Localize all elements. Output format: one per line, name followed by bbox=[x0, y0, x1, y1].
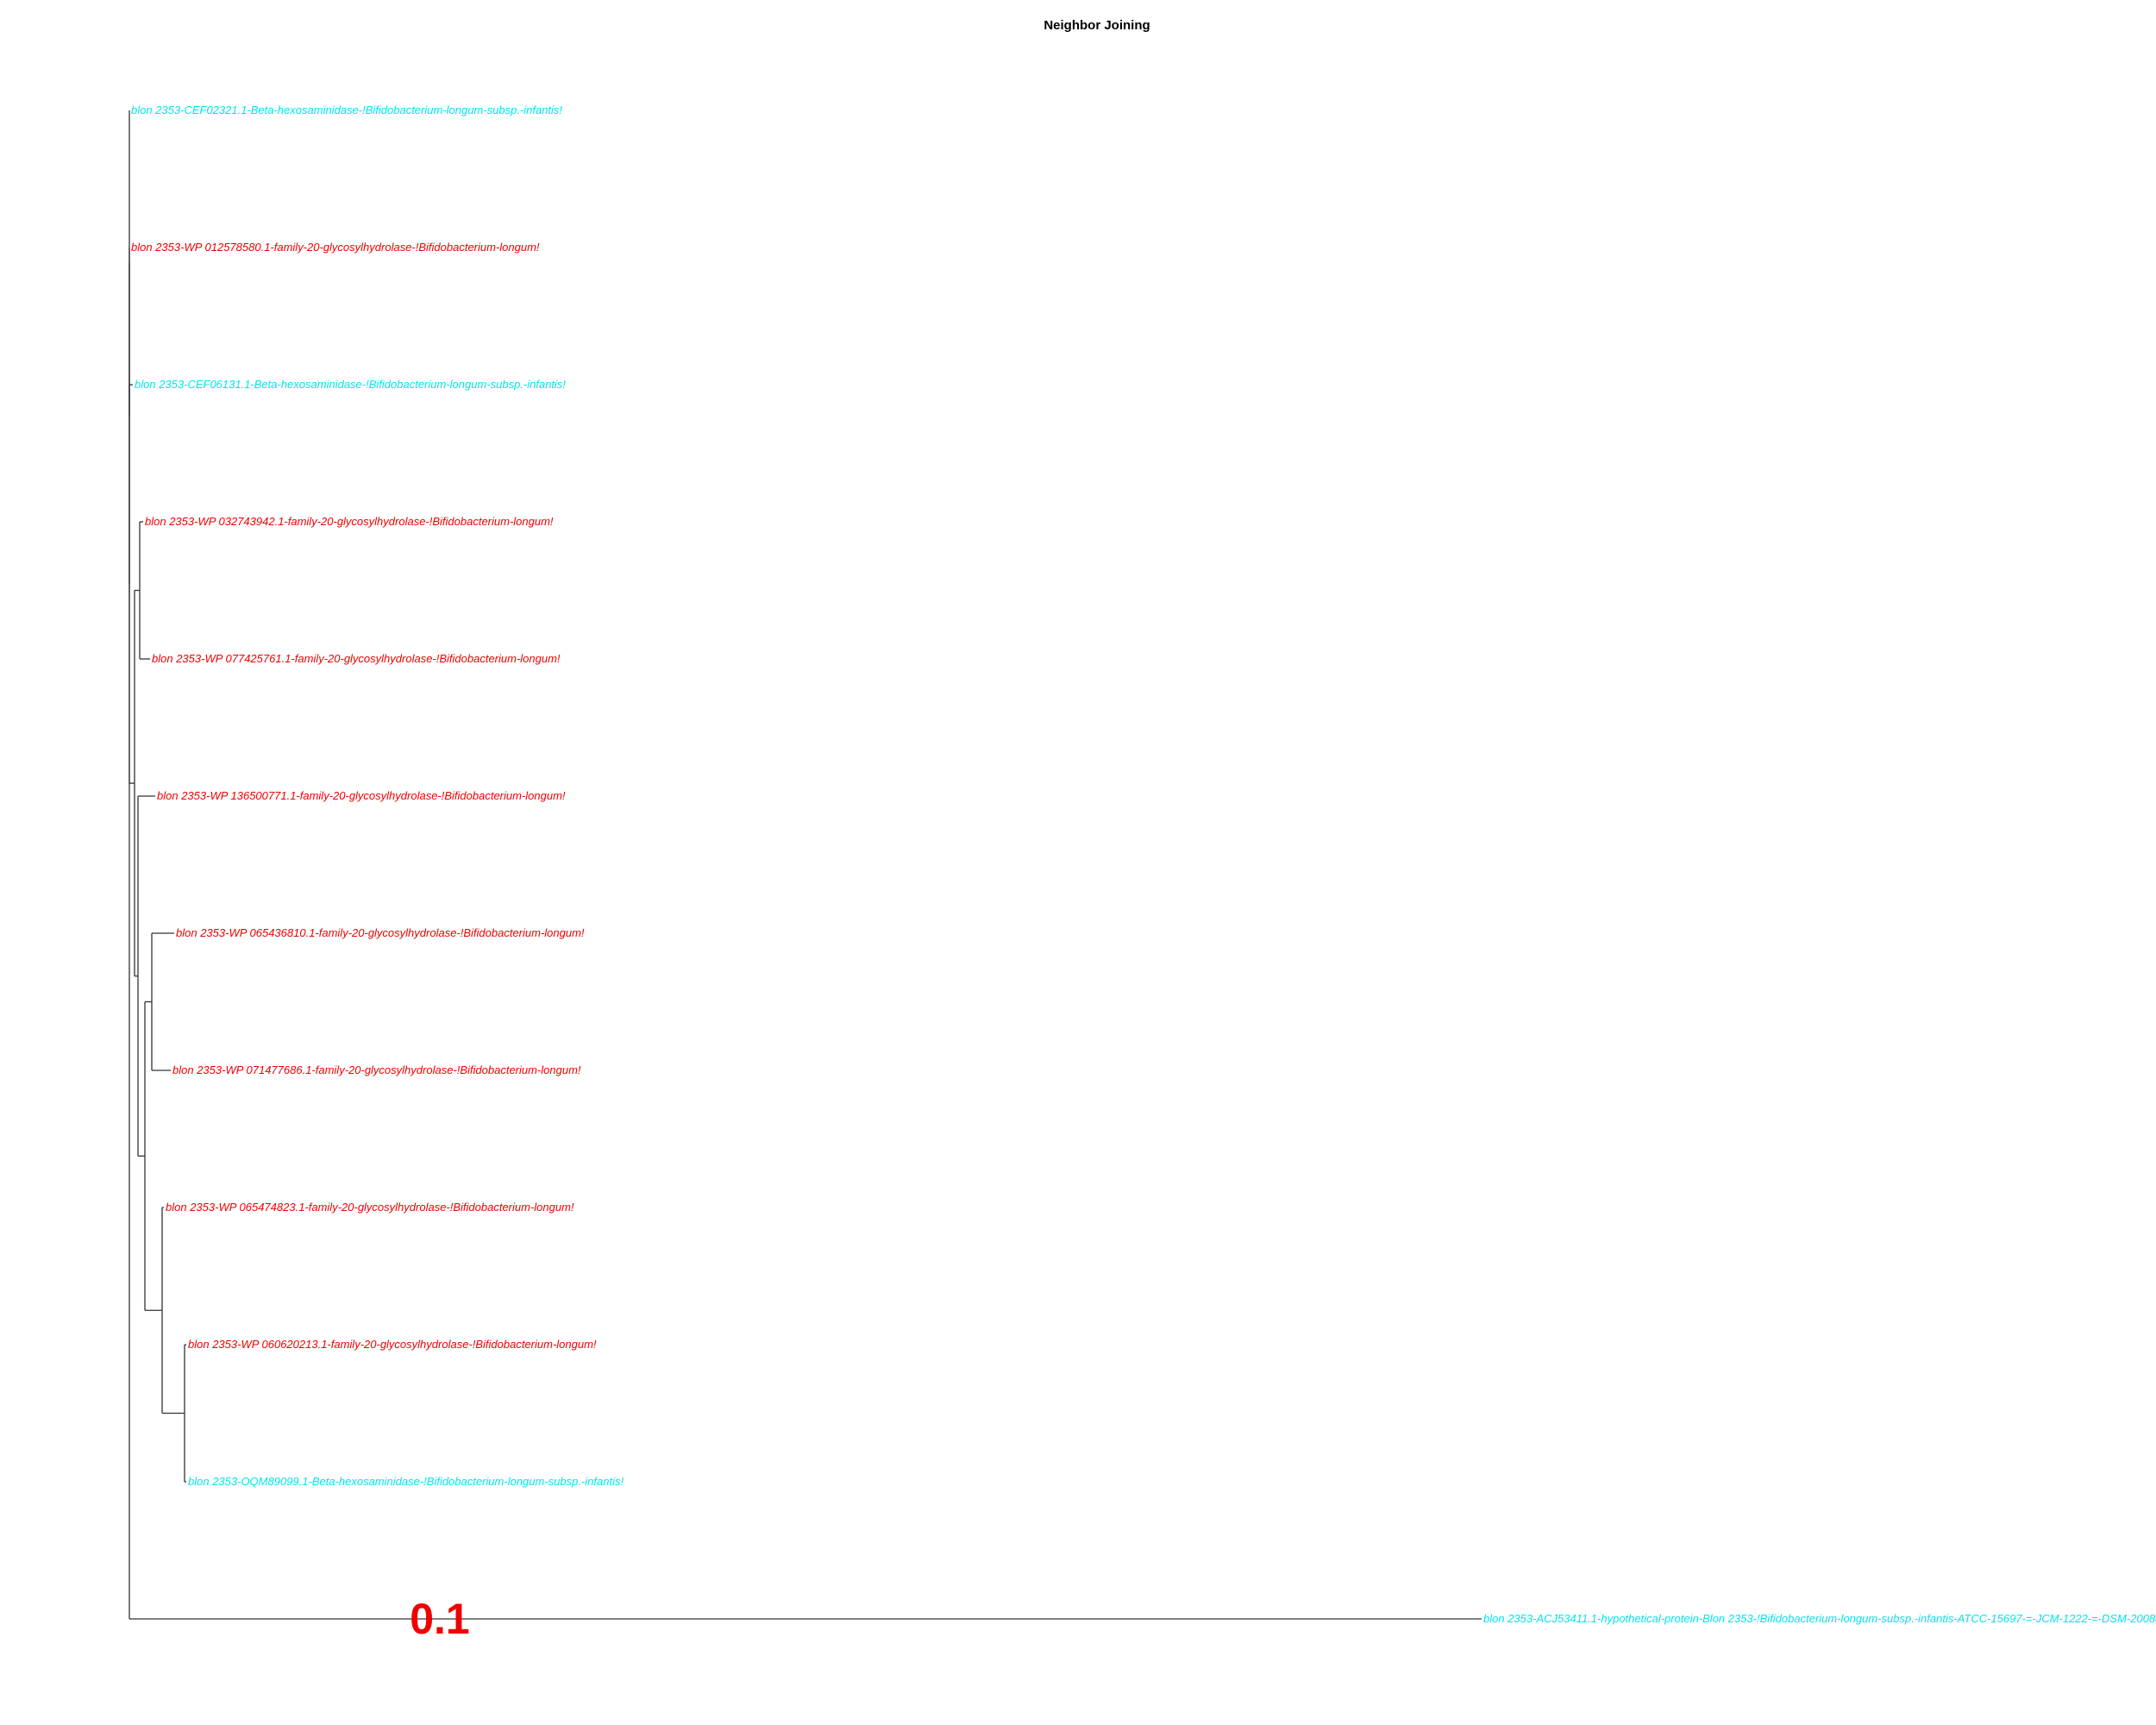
tree-canvas: Neighbor Joining blon 2353-CEF02321.1-Be… bbox=[128, 18, 2156, 1643]
tree-leaf-label: blon 2353-ACJ53411.1-hypothetical-protei… bbox=[1483, 1612, 2156, 1625]
tree-branches bbox=[128, 110, 1482, 1620]
tree-leaf-label: blon 2353-WP 060620213.1-family-20-glyco… bbox=[188, 1338, 597, 1351]
scale-bar-label: 0.1 bbox=[410, 1595, 470, 1643]
tree-leaf-label: blon 2353-WP 012578580.1-family-20-glyco… bbox=[131, 241, 540, 254]
tree-leaf-label: blon 2353-CEF06131.1-Beta-hexosaminidase… bbox=[135, 378, 566, 391]
phylogenetic-tree-figure: Neighbor Joining blon 2353-CEF02321.1-Be… bbox=[0, 0, 2156, 1725]
tree-leaf-label: blon 2353-WP 032743942.1-family-20-glyco… bbox=[145, 515, 554, 528]
tree-leaf-label: blon 2353-WP 071477686.1-family-20-glyco… bbox=[172, 1063, 581, 1076]
tree-leaf-labels: blon 2353-CEF02321.1-Beta-hexosaminidase… bbox=[131, 104, 2156, 1625]
tree-leaf-label: blon 2353-CEF02321.1-Beta-hexosaminidase… bbox=[131, 104, 562, 116]
tree-leaf-label: blon 2353-WP 065436810.1-family-20-glyco… bbox=[176, 926, 585, 939]
tree-leaf-label: blon 2353-OQM89099.1-Beta-hexosaminidase… bbox=[188, 1475, 624, 1488]
tree-title: Neighbor Joining bbox=[1044, 18, 1150, 33]
tree-leaf-label: blon 2353-WP 077425761.1-family-20-glyco… bbox=[152, 652, 561, 665]
tree-leaf-label: blon 2353-WP 136500771.1-family-20-glyco… bbox=[157, 789, 566, 802]
tree-leaf-label: blon 2353-WP 065474823.1-family-20-glyco… bbox=[166, 1201, 574, 1214]
